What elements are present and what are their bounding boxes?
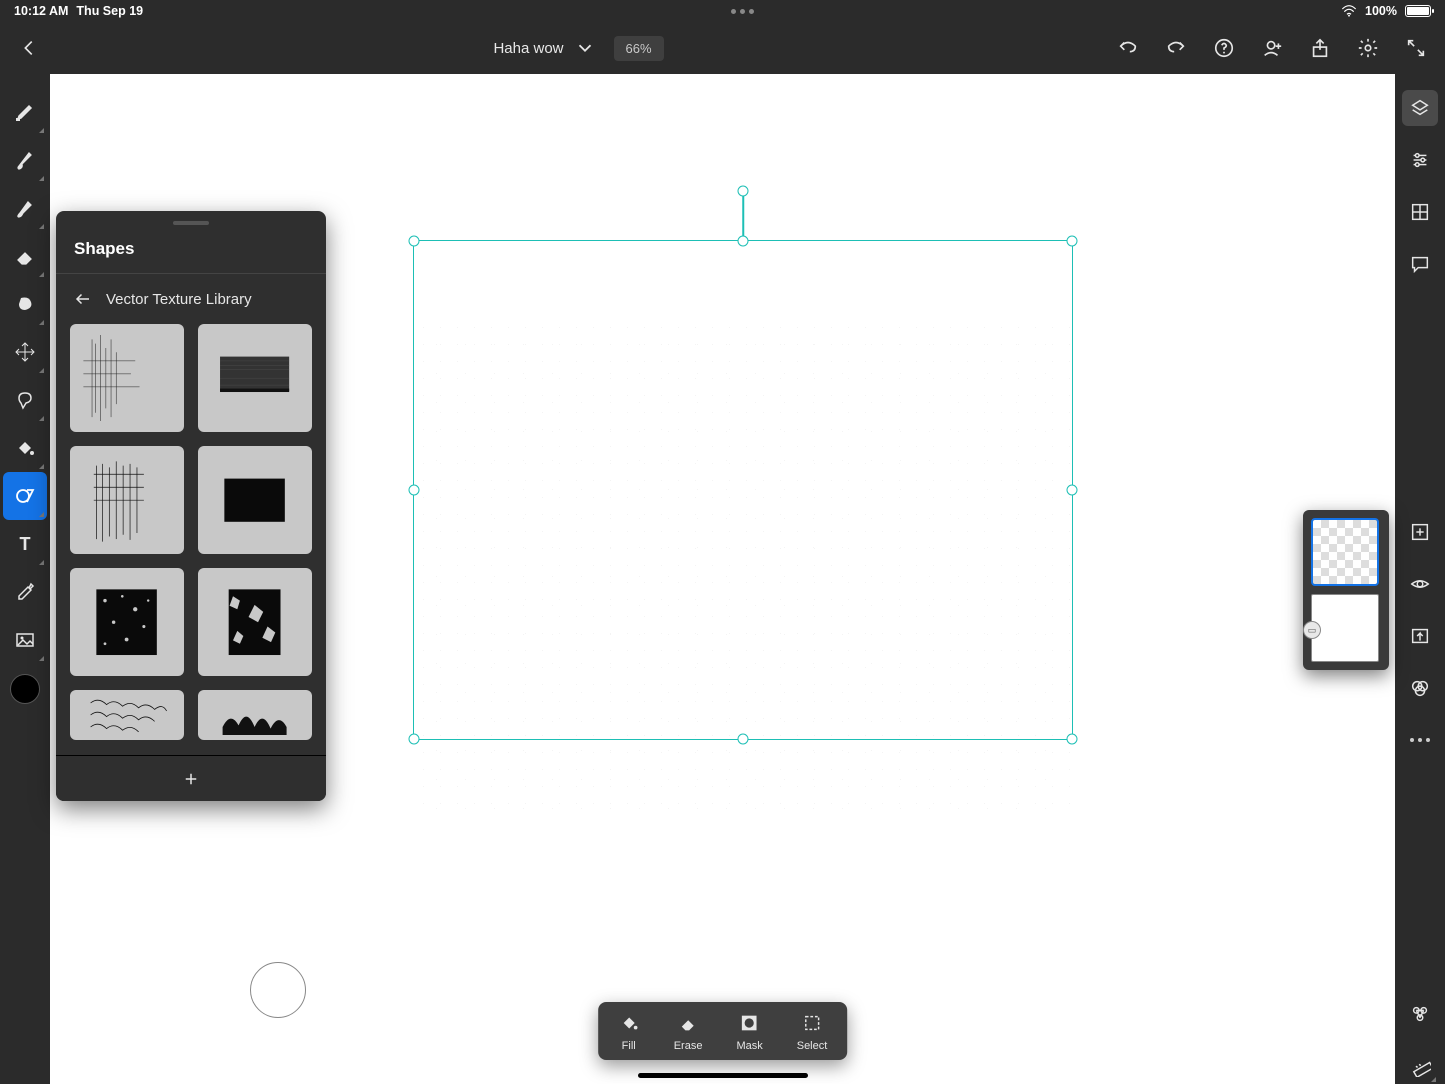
fill-label: Fill	[622, 1040, 636, 1052]
texture-item-5[interactable]	[70, 568, 184, 676]
texture-item-2[interactable]	[198, 324, 312, 432]
invite-button[interactable]	[1257, 33, 1287, 63]
handle-s[interactable]	[738, 734, 749, 745]
handle-n[interactable]	[738, 236, 749, 247]
watercolor-brush-tool[interactable]	[3, 136, 47, 184]
add-layer-button[interactable]	[1402, 514, 1438, 550]
eyedropper-tool[interactable]	[3, 568, 47, 616]
handle-se[interactable]	[1067, 734, 1078, 745]
svg-text:T: T	[20, 534, 31, 554]
chevron-down-icon	[574, 37, 596, 59]
wifi-icon	[1341, 5, 1357, 17]
handle-e[interactable]	[1067, 485, 1078, 496]
comments-button[interactable]	[1402, 246, 1438, 282]
visibility-button[interactable]	[1402, 566, 1438, 602]
select-mode-button[interactable]: Select	[797, 1012, 828, 1052]
library-name: Vector Texture Library	[106, 291, 252, 308]
color-swatch[interactable]	[10, 674, 40, 704]
arrow-left-icon	[74, 290, 92, 308]
shapes-panel: Shapes Vector Texture Library	[56, 211, 326, 801]
undo-button[interactable]	[1113, 33, 1143, 63]
document-title: Haha wow	[493, 40, 563, 57]
texture-item-3[interactable]	[70, 446, 184, 554]
context-toolbar: Fill Erase Mask Select	[598, 1002, 848, 1060]
panel-grip[interactable]	[173, 221, 209, 225]
mask-mode-button[interactable]: Mask	[736, 1012, 762, 1052]
image-tool[interactable]	[3, 616, 47, 664]
selection-bounds[interactable]	[413, 240, 1073, 740]
shapes-tool[interactable]	[3, 472, 47, 520]
handle-ne[interactable]	[1067, 236, 1078, 247]
appearance-button[interactable]	[1402, 670, 1438, 706]
handle-rotate[interactable]	[738, 186, 749, 197]
quick-export-button[interactable]	[1402, 618, 1438, 654]
help-button[interactable]	[1209, 33, 1239, 63]
left-toolbar: T	[0, 74, 50, 1084]
document-title-dropdown[interactable]: Haha wow	[493, 37, 595, 59]
fill-tool[interactable]	[3, 424, 47, 472]
texture-item-6[interactable]	[198, 568, 312, 676]
texture-item-7[interactable]	[70, 690, 184, 740]
eraser-tool[interactable]	[3, 232, 47, 280]
lasso-tool[interactable]	[3, 376, 47, 424]
app-header: Haha wow 66%	[0, 22, 1445, 74]
layer-properties-button[interactable]	[1402, 142, 1438, 178]
ruler-button[interactable]	[1402, 1048, 1438, 1084]
texture-item-4[interactable]	[198, 446, 312, 554]
erase-mode-button[interactable]: Erase	[674, 1012, 703, 1052]
pixel-brush-tool[interactable]	[3, 88, 47, 136]
layers-panel-button[interactable]	[1402, 90, 1438, 126]
handle-w[interactable]	[409, 485, 420, 496]
ipad-status-bar: 10:12 AM Thu Sep 19 100%	[0, 0, 1445, 22]
brush-cursor	[250, 962, 306, 1018]
mask-label: Mask	[736, 1040, 762, 1052]
panel-title: Shapes	[56, 233, 326, 273]
layer-thumbnail-2[interactable]: ▭	[1311, 594, 1379, 662]
status-date: Thu Sep 19	[76, 4, 143, 18]
precision-button[interactable]	[1402, 996, 1438, 1032]
erase-label: Erase	[674, 1040, 703, 1052]
share-button[interactable]	[1305, 33, 1335, 63]
plus-icon	[182, 770, 200, 788]
text-tool[interactable]: T	[3, 520, 47, 568]
layers-thumbnails: ▭	[1303, 510, 1389, 670]
fill-mode-button[interactable]: Fill	[618, 1012, 640, 1052]
paint-brush-tool[interactable]	[3, 184, 47, 232]
texture-item-8[interactable]	[198, 690, 312, 740]
battery-icon	[1405, 5, 1431, 17]
zoom-level[interactable]: 66%	[614, 36, 664, 61]
home-indicator[interactable]	[638, 1073, 808, 1078]
handle-nw[interactable]	[409, 236, 420, 247]
layer-thumbnail-1[interactable]	[1311, 518, 1379, 586]
battery-percent: 100%	[1365, 4, 1397, 18]
fullscreen-button[interactable]	[1401, 33, 1431, 63]
more-button[interactable]	[1402, 722, 1438, 758]
redo-button[interactable]	[1161, 33, 1191, 63]
panel-back-nav[interactable]: Vector Texture Library	[56, 274, 326, 324]
grid-button[interactable]	[1402, 194, 1438, 230]
settings-button[interactable]	[1353, 33, 1383, 63]
status-time: 10:12 AM	[14, 4, 68, 18]
back-button[interactable]	[14, 33, 44, 63]
texture-item-1[interactable]	[70, 324, 184, 432]
multitask-dots[interactable]	[731, 9, 754, 14]
right-toolbar	[1395, 74, 1445, 1084]
add-shape-button[interactable]	[56, 755, 326, 801]
select-label: Select	[797, 1040, 828, 1052]
handle-sw[interactable]	[409, 734, 420, 745]
transform-tool[interactable]	[3, 328, 47, 376]
smudge-tool[interactable]	[3, 280, 47, 328]
